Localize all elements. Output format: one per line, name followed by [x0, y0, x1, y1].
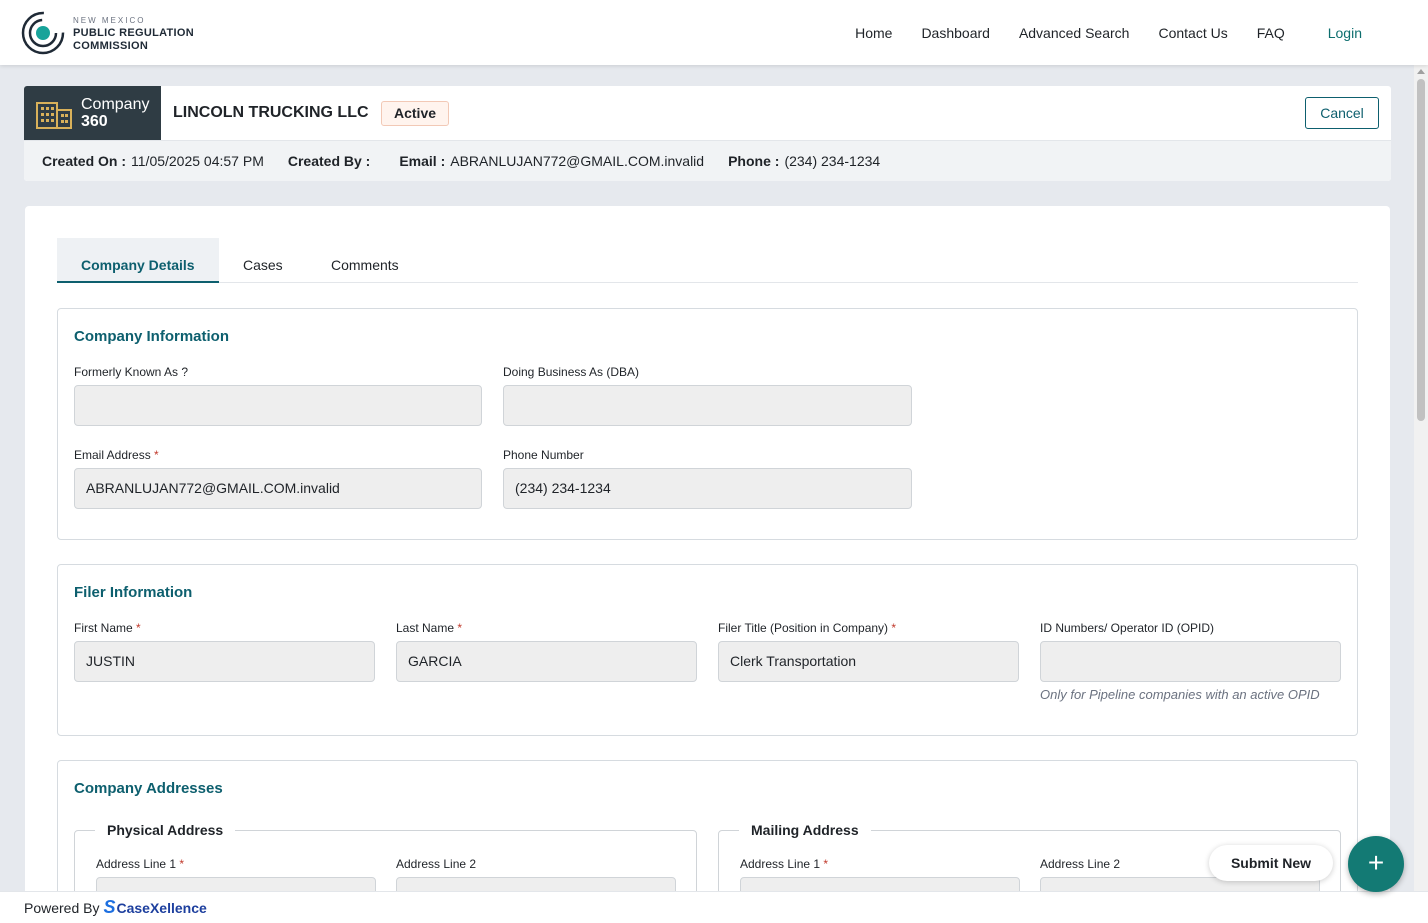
logo-title-1: PUBLIC REGULATION	[73, 26, 195, 39]
first-name-input[interactable]: JUSTIN	[74, 641, 375, 682]
phone-input[interactable]: (234) 234-1234	[503, 468, 912, 509]
created-on-value: 11/05/2025 04:57 PM	[131, 153, 264, 169]
filer-title-input[interactable]: Clerk Transportation	[718, 641, 1019, 682]
created-on-label: Created On :	[42, 153, 127, 169]
mailing-address-legend: Mailing Address	[739, 822, 871, 838]
tab-bar: Company Details Cases Comments	[57, 238, 1358, 283]
opid-input[interactable]	[1040, 641, 1341, 682]
company-360-badge: Company 360	[24, 86, 161, 140]
dba-label: Doing Business As (DBA)	[503, 365, 640, 379]
footer: Powered By S CaseXellence	[0, 891, 1428, 923]
logo-state: NEW MEXICO	[73, 15, 146, 25]
nav-dashboard[interactable]: Dashboard	[921, 25, 990, 41]
created-on: Created On :11/05/2025 04:57 PM	[42, 153, 264, 169]
nmprc-logo[interactable]: NEW MEXICO PUBLIC REGULATION COMMISSION	[20, 8, 200, 58]
meta-phone-value: (234) 234-1234	[784, 153, 881, 169]
fka-label: Formerly Known As ?	[74, 365, 189, 379]
section-title: Company Information	[74, 328, 230, 345]
last-name-label: Last Name *	[396, 621, 463, 635]
meta-phone-label: Phone :	[728, 153, 780, 169]
commission-logo-icon	[21, 11, 65, 55]
physical-line1-label: Address Line 1 *	[96, 857, 185, 871]
section-title: Filer Information	[74, 584, 193, 601]
first-name-label: First Name *	[74, 621, 141, 635]
main-nav: Home Dashboard Advanced Search Contact U…	[826, 0, 1362, 65]
tab-comments[interactable]: Comments	[331, 238, 399, 283]
opid-hint: Only for Pipeline companies with an acti…	[1040, 687, 1320, 702]
powered-by-text: Powered By	[24, 899, 100, 916]
tab-cases[interactable]: Cases	[243, 238, 283, 283]
login-link[interactable]: Login	[1328, 25, 1362, 41]
section-title: Company Addresses	[74, 780, 223, 797]
meta-email-value: ABRANLUJAN772@GMAIL.COM.invalid	[450, 153, 705, 169]
cancel-button[interactable]: Cancel	[1305, 97, 1379, 129]
company-meta-row: Created On :11/05/2025 04:57 PM Created …	[24, 140, 1391, 181]
page-scrollbar[interactable]	[1414, 65, 1428, 891]
email-input[interactable]: ABRANLUJAN772@GMAIL.COM.invalid	[74, 468, 482, 509]
last-name-input[interactable]: GARCIA	[396, 641, 697, 682]
building-icon	[36, 102, 72, 129]
email-label: Email Address *	[74, 448, 159, 462]
nav-home[interactable]: Home	[855, 25, 892, 41]
scrollbar-thumb[interactable]	[1417, 79, 1425, 421]
nav-contact-us[interactable]: Contact Us	[1158, 25, 1227, 41]
created-by-label: Created By :	[287, 153, 371, 169]
nav-faq[interactable]: FAQ	[1257, 25, 1285, 41]
company-information-section: Company Information Formerly Known As ? …	[57, 308, 1358, 540]
submit-new-label[interactable]: Submit New	[1209, 845, 1333, 881]
scroll-up-arrow-icon[interactable]	[1417, 69, 1425, 74]
company-summary-card: Company 360 LINCOLN TRUCKING LLC Active …	[24, 86, 1391, 181]
badge-number: 360	[81, 113, 108, 130]
phone-label: Phone Number	[503, 448, 584, 462]
meta-phone: Phone : (234) 234-1234	[728, 153, 880, 169]
company-name: LINCOLN TRUCKING LLC	[173, 104, 369, 121]
plus-icon: +	[1367, 847, 1385, 878]
top-navbar: NEW MEXICO PUBLIC REGULATION COMMISSION …	[0, 0, 1428, 65]
physical-address-legend: Physical Address	[95, 822, 236, 838]
physical-line2-label: Address Line 2	[396, 857, 477, 871]
casexellence-logo[interactable]: S CaseXellence	[103, 897, 206, 918]
brand-name: CaseXellence	[116, 899, 207, 916]
filer-title-label: Filer Title (Position in Company) *	[718, 621, 897, 635]
status-badge: Active	[381, 101, 450, 126]
filer-information-section: Filer Information First Name * JUSTIN La…	[57, 564, 1358, 736]
tab-company-details[interactable]: Company Details	[57, 238, 219, 283]
company-details-card: Company Details Cases Comments Company I…	[25, 206, 1390, 923]
casexellence-s-icon: S	[103, 897, 116, 917]
fka-input[interactable]	[74, 385, 482, 426]
badge-label: Company	[81, 96, 150, 113]
meta-email: Email : ABRANLUJAN772@GMAIL.COM.invalid	[399, 153, 704, 169]
opid-label: ID Numbers/ Operator ID (OPID)	[1040, 621, 1215, 635]
nav-advanced-search[interactable]: Advanced Search	[1019, 25, 1130, 41]
add-new-fab-button[interactable]: +	[1348, 836, 1404, 892]
mailing-line2-label: Address Line 2	[1040, 857, 1121, 871]
created-by: Created By :	[288, 153, 375, 169]
logo-title-2: COMMISSION	[73, 39, 149, 52]
dba-input[interactable]	[503, 385, 912, 426]
meta-email-label: Email :	[399, 153, 446, 169]
mailing-line1-label: Address Line 1 *	[740, 857, 829, 871]
